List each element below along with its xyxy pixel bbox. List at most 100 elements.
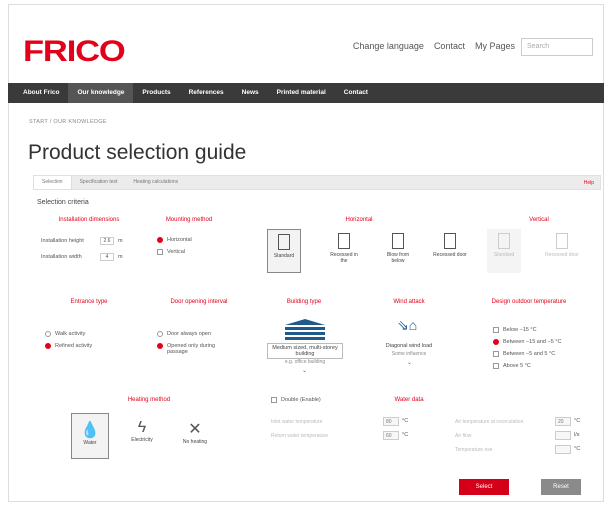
return-water-input[interactable]: 60 [383, 431, 399, 440]
nav-references[interactable]: References [180, 83, 233, 103]
radio-selected-icon[interactable] [493, 339, 499, 345]
temp-between-5-5-option[interactable]: Between −5 and 5 °C [493, 351, 555, 357]
double-enable-label: Double (Enable) [281, 397, 321, 403]
heating-electricity-option[interactable]: ϟ Electricity [123, 413, 161, 459]
heating-water-label: Water [83, 440, 97, 446]
nav-about-frico[interactable]: About Frico [14, 83, 68, 103]
checkbox-icon[interactable] [271, 397, 277, 403]
horizontal-recessed-label: Recessed in the [330, 252, 358, 264]
radio-selected-icon[interactable] [157, 237, 163, 243]
heating-water-option[interactable]: 💧 Water [71, 413, 109, 459]
horizontal-standard-label: Standard [273, 253, 295, 259]
checkbox-icon[interactable] [493, 327, 499, 333]
checkbox-icon[interactable] [157, 249, 163, 255]
contact-link[interactable]: Contact [434, 41, 465, 51]
building-icon [285, 319, 325, 340]
checkbox-icon[interactable] [493, 363, 499, 369]
door-heading: Door opening interval [170, 299, 228, 305]
building-type-select[interactable]: Medium sized, multi-storey building [267, 343, 343, 359]
lightning-icon: ϟ [137, 419, 147, 436]
frico-logo[interactable]: FRICO [23, 35, 126, 69]
installation-height-label: Installation height [41, 238, 84, 244]
mounting-vertical-option[interactable]: Vertical [157, 249, 185, 255]
entrance-refined-label: Refined activity [55, 343, 93, 349]
air-temp-input[interactable]: 20 [555, 417, 571, 426]
unit-recessed-door-icon [444, 233, 456, 249]
vertical-recessed-option: Recessed door [545, 229, 579, 273]
breadcrumb: START / OUR KNOWLEDGE [29, 119, 107, 125]
tab-heating-calculations[interactable]: Heating calculations [125, 176, 186, 189]
air-flow-unit: l/s [574, 432, 580, 438]
vertical-standard-icon [498, 233, 510, 249]
nav-printed-material[interactable]: Printed material [268, 83, 335, 103]
horizontal-recessed-door-option[interactable]: Recessed door [433, 229, 467, 273]
door-opened-passage-option[interactable]: Opened only during passage [157, 343, 247, 355]
temp-between-15-5-label: Between −15 and −5 °C [503, 339, 562, 345]
wind-attack-select[interactable]: Diagonal wind load [375, 343, 443, 349]
radio-icon[interactable] [157, 331, 163, 337]
tools-icon: ✕ [188, 421, 202, 438]
entrance-refined-option[interactable]: Refined activity [45, 343, 92, 349]
temp-above-option[interactable]: Above 5 °C [493, 363, 531, 369]
radio-selected-icon[interactable] [45, 343, 51, 349]
air-flow-input[interactable] [555, 431, 571, 440]
vertical-standard-label: Standard [493, 252, 515, 258]
temp-between-15-5-option[interactable]: Between −15 and −5 °C [493, 339, 561, 345]
temp-below-label: Below −15 °C [503, 327, 537, 333]
vertical-recessed-icon [556, 233, 568, 249]
reset-button[interactable]: Reset [541, 479, 581, 495]
heating-heading: Heating method [127, 397, 171, 403]
nav-our-knowledge[interactable]: Our knowledge [68, 83, 134, 103]
door-opened-passage-label: Opened only during passage [167, 343, 216, 355]
horizontal-heading: Horizontal [345, 217, 373, 223]
air-temp-unit: °C [574, 418, 581, 424]
radio-selected-icon[interactable] [157, 343, 163, 349]
checkbox-icon[interactable] [493, 351, 499, 357]
installation-height-select[interactable]: 2.6 [100, 237, 114, 245]
heating-none-option[interactable]: ✕ No heating [175, 413, 215, 459]
select-button[interactable]: Select [459, 479, 509, 495]
mounting-horizontal-label: Horizontal [167, 237, 192, 243]
installation-height-unit: m [118, 238, 123, 244]
temp-rise-unit: °C [574, 446, 581, 452]
building-type-sub: e.g. office building [284, 359, 326, 365]
wind-house-icon: ⇘⌂ [397, 317, 418, 333]
installation-width-label: Installation width [41, 254, 82, 260]
radio-icon[interactable] [45, 331, 51, 337]
temp-rise-input[interactable] [555, 445, 571, 454]
mounting-horizontal-option[interactable]: Horizontal [157, 237, 192, 243]
nav-news[interactable]: News [233, 83, 268, 103]
tab-selection[interactable]: Selection [34, 176, 72, 189]
top-links: Change language Contact My Pages [353, 41, 515, 51]
change-language-link[interactable]: Change language [353, 41, 424, 51]
vertical-heading: Vertical [529, 217, 549, 223]
installation-width-select[interactable]: 4 [100, 253, 114, 261]
unit-blow-below-icon [392, 233, 404, 249]
main-nav: About Frico Our knowledge Products Refer… [8, 83, 604, 103]
installation-width-unit: m [118, 254, 123, 260]
chevron-down-icon[interactable]: ⌄ [302, 367, 307, 374]
temp-below-option[interactable]: Below −15 °C [493, 327, 537, 333]
door-always-open-option[interactable]: Door always open [157, 331, 211, 337]
horizontal-standard-option[interactable]: Standard [267, 229, 301, 273]
chevron-down-icon[interactable]: ⌄ [407, 359, 412, 366]
help-link[interactable]: Help [584, 180, 600, 186]
entrance-heading: Entrance type [70, 299, 108, 305]
nav-contact[interactable]: Contact [335, 83, 377, 103]
horizontal-blow-below-label: Blow from below [386, 252, 410, 264]
vertical-recessed-label: Recessed door [545, 252, 579, 258]
temp-between-5-5-label: Between −5 and 5 °C [503, 351, 556, 357]
search-input[interactable]: Search [521, 38, 593, 56]
tab-specification-text[interactable]: Specification text [72, 176, 126, 189]
nav-products[interactable]: Products [133, 83, 179, 103]
building-heading: Building type [286, 299, 322, 305]
inlet-water-input[interactable]: 80 [383, 417, 399, 426]
entrance-walk-option[interactable]: Walk activity [45, 331, 85, 337]
installation-height-row: Installation height 2.6 m [41, 237, 123, 245]
water-data-heading: Water data [394, 397, 424, 403]
horizontal-blow-below-option[interactable]: Blow from below [381, 229, 415, 273]
double-enable-option[interactable]: Double (Enable) [271, 397, 321, 403]
my-pages-link[interactable]: My Pages [475, 41, 515, 51]
inlet-water-unit: °C [402, 418, 409, 424]
horizontal-recessed-option[interactable]: Recessed in the [327, 229, 361, 273]
